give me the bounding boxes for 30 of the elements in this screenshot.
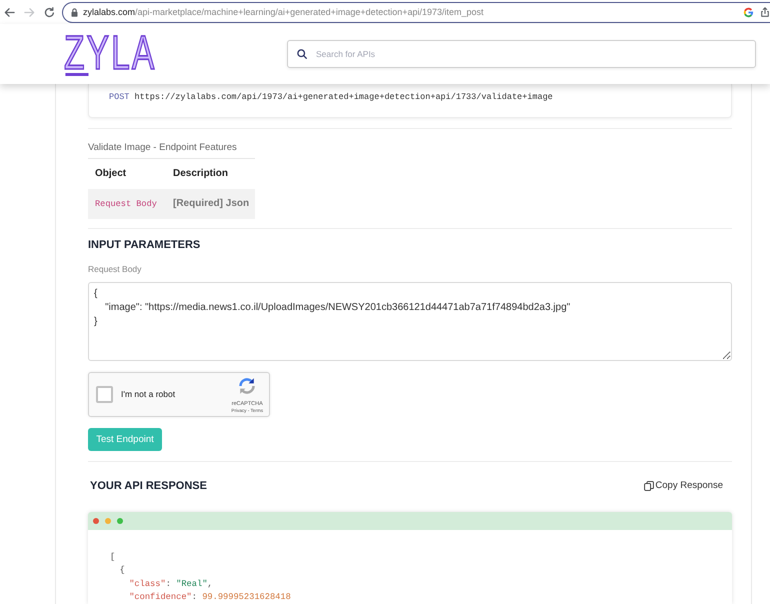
checkbox-label: I'm not a robot: [121, 389, 176, 399]
code-line: "confidence": 99.99995231628418: [129, 591, 291, 604]
reload-icon[interactable]: [44, 6, 55, 18]
endpoint-url: https://zylalabs.com/api/1973/ai+generated+image+detection+api/1733/validate+image: [134, 92, 553, 102]
share-icon[interactable]: [761, 7, 769, 17]
code-line: [: [110, 550, 116, 564]
url-text: zylalabs.com/api-marketplace/machine+learning/ai+generated+image+detection+api/1973/item_post: [83, 7, 484, 17]
field-label: Request Body: [88, 264, 142, 274]
section-heading: YOUR API RESPONSE: [90, 478, 207, 492]
section-heading: INPUT PARAMETERS: [88, 238, 200, 252]
multicolor-g-icon[interactable]: [743, 6, 754, 18]
search-icon: [297, 49, 307, 59]
http-method: POST: [109, 92, 130, 102]
back-arrow-icon[interactable]: [4, 6, 15, 18]
window-dot-icon: [93, 518, 99, 524]
window-dot-icon: [117, 518, 123, 524]
window-dot-icon: [105, 518, 111, 524]
circular-arrows-icon: [237, 376, 258, 396]
code-line: "class": "Real",: [129, 578, 213, 590]
search-field[interactable]: Search for APIs: [287, 40, 756, 68]
table-title: Validate Image - Endpoint Features: [88, 142, 237, 154]
copy-response-button[interactable]: Copy Response: [644, 480, 723, 491]
lock-icon[interactable]: [71, 8, 78, 16]
address-bar[interactable]: zylalabs.com/api-marketplace/machine+learning/ai+generated+image+detection+api/1973/item_post: [62, 2, 770, 22]
json-input-field[interactable]: { "image": "https://media.news1.co.il/UploadImages/NEWSY201cb366121d44471ab7a71f74894bd2a3.jpg" }: [88, 282, 732, 360]
code-line: {: [120, 564, 125, 577]
copy-icon: [644, 480, 654, 490]
checkbox[interactable]: [96, 386, 113, 402]
table-cell: [Required] Json: [166, 188, 256, 218]
table-cell: Request Body: [88, 188, 166, 218]
